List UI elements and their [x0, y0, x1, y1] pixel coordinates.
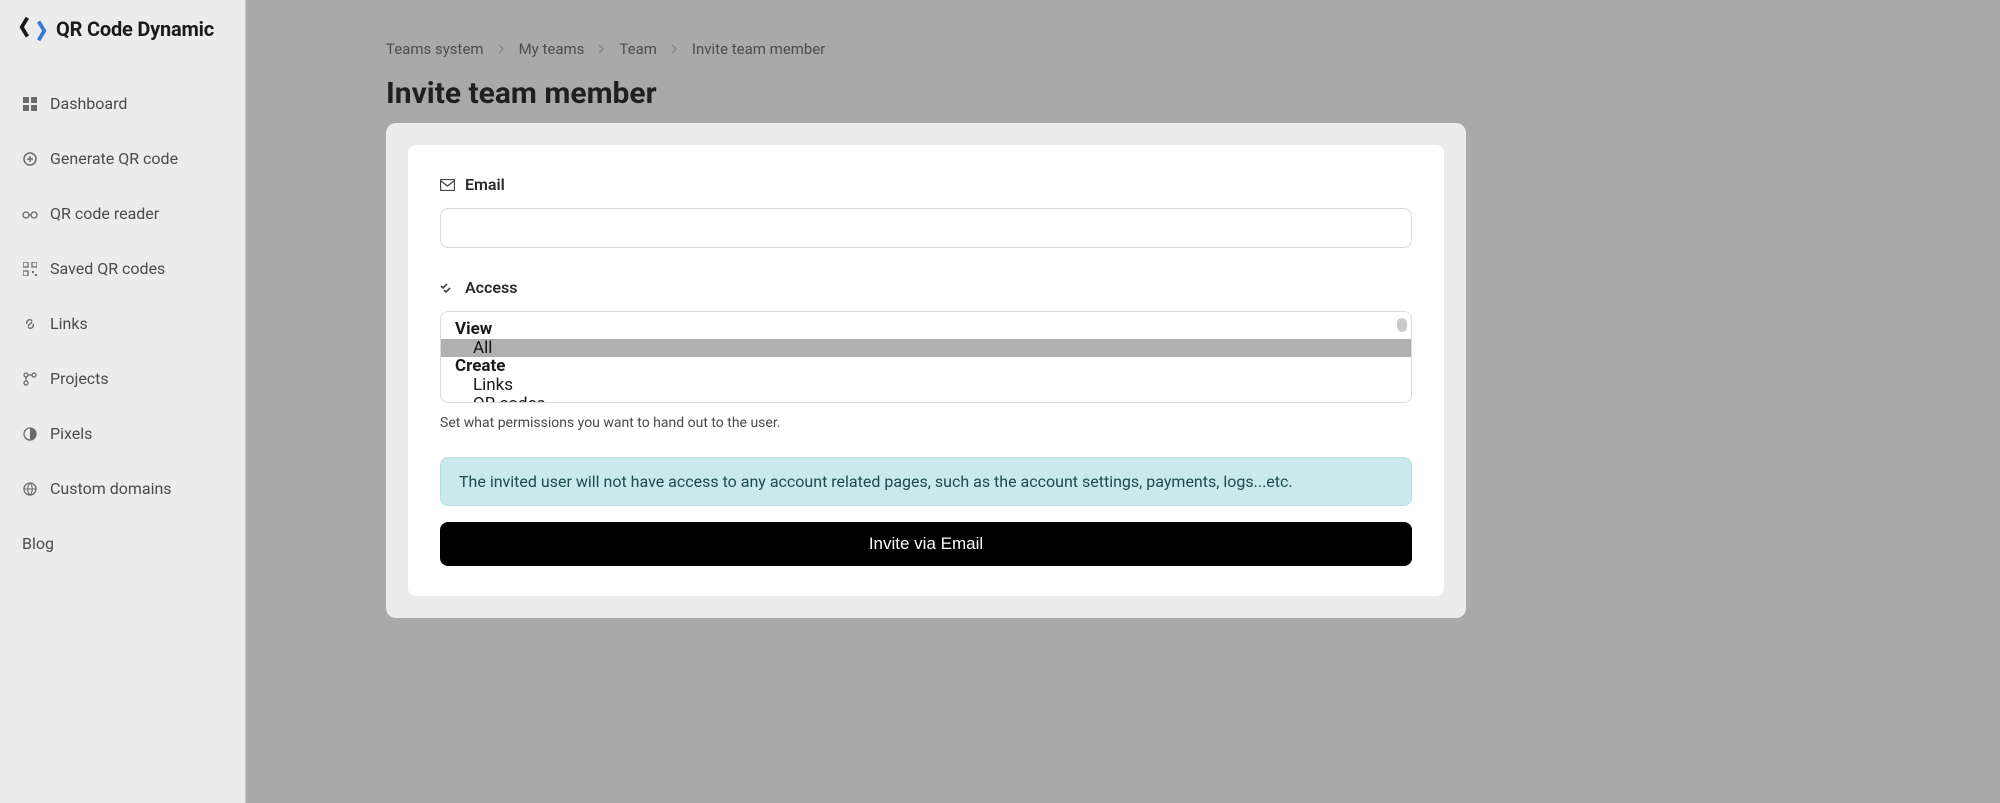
grid-icon	[22, 96, 38, 112]
brand-name: QR Code Dynamic	[56, 17, 214, 41]
nav-links[interactable]: Links	[0, 296, 245, 351]
chevron-right-icon	[671, 40, 678, 58]
access-group-create: Create	[441, 357, 1411, 376]
scrollbar-thumb[interactable]	[1397, 318, 1407, 332]
access-select[interactable]: View All Create Links QR codes	[440, 311, 1412, 403]
form-card: Email Access View All Create Links QR co…	[386, 123, 1466, 618]
breadcrumb-link-teams-system[interactable]: Teams system	[386, 40, 484, 58]
nav-label: Projects	[50, 369, 109, 388]
chevron-right-icon	[598, 40, 605, 58]
nav-label: QR code reader	[50, 204, 159, 223]
info-banner: The invited user will not have access to…	[440, 457, 1412, 506]
nav-qr-reader[interactable]: QR code reader	[0, 186, 245, 241]
breadcrumb: Teams system My teams Team Invite team m…	[386, 40, 2000, 58]
page-title: Invite team member	[386, 76, 2000, 111]
plus-circle-icon	[22, 151, 38, 167]
nav-custom-domains[interactable]: Custom domains	[0, 461, 245, 516]
breadcrumb-current: Invite team member	[692, 40, 825, 58]
nav-label: Saved QR codes	[50, 259, 165, 278]
access-option-links[interactable]: Links	[441, 376, 1411, 395]
nav-pixels[interactable]: Pixels	[0, 406, 245, 461]
access-help-text: Set what permissions you want to hand ou…	[440, 415, 1412, 431]
contrast-icon	[22, 426, 38, 442]
main-area: Teams system My teams Team Invite team m…	[246, 0, 2000, 803]
access-option-qrcodes[interactable]: QR codes	[441, 395, 1411, 403]
link-icon	[22, 316, 38, 332]
email-label-text: Email	[465, 175, 505, 194]
envelope-icon	[440, 177, 455, 192]
nav-generate-qr[interactable]: Generate QR code	[0, 131, 245, 186]
access-label-text: Access	[465, 278, 517, 297]
nav-label: Generate QR code	[50, 149, 178, 168]
nav-label: Pixels	[50, 424, 92, 443]
nav-label: Dashboard	[50, 94, 127, 113]
invite-via-email-button[interactable]: Invite via Email	[440, 522, 1412, 566]
access-option-all[interactable]: All	[441, 339, 1411, 358]
brand-logo: QR Code Dynamic	[0, 14, 245, 62]
nav-label: Blog	[22, 534, 54, 553]
sidebar: QR Code Dynamic Dashboard Generate QR co…	[0, 0, 246, 803]
branch-icon	[22, 371, 38, 387]
checks-icon	[440, 280, 455, 295]
nav-label: Links	[50, 314, 88, 333]
nav-saved-qr[interactable]: Saved QR codes	[0, 241, 245, 296]
email-input[interactable]	[440, 208, 1412, 248]
breadcrumb-link-my-teams[interactable]: My teams	[519, 40, 585, 58]
glasses-icon	[22, 206, 38, 222]
access-label: Access	[440, 278, 1412, 297]
email-label: Email	[440, 175, 1412, 194]
logo-icon	[18, 14, 48, 44]
access-group-view: View	[441, 320, 1411, 339]
nav-projects[interactable]: Projects	[0, 351, 245, 406]
breadcrumb-link-team[interactable]: Team	[619, 40, 657, 58]
qr-icon	[22, 261, 38, 277]
nav-blog[interactable]: Blog	[0, 516, 245, 571]
globe-icon	[22, 481, 38, 497]
nav-dashboard[interactable]: Dashboard	[0, 76, 245, 131]
nav-list: Dashboard Generate QR code QR code reade…	[0, 76, 245, 571]
chevron-right-icon	[498, 40, 505, 58]
nav-label: Custom domains	[50, 479, 172, 498]
